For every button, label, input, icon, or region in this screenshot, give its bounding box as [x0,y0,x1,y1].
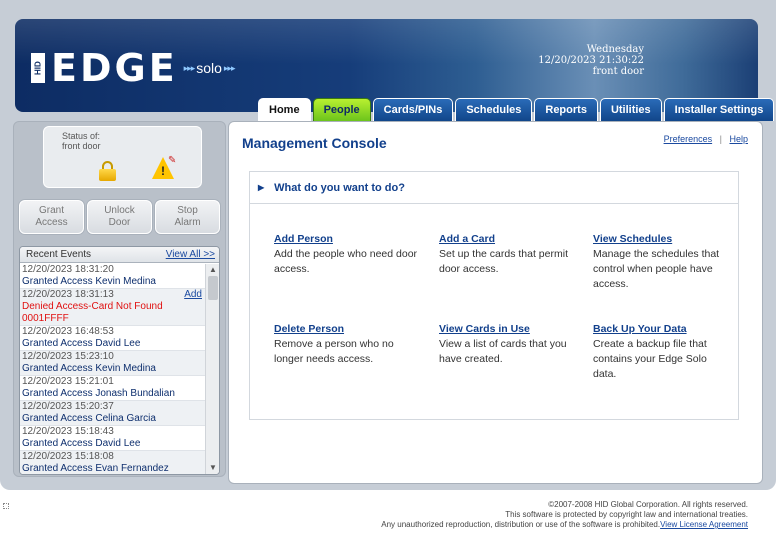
protection-text: This software is protected by copyright … [505,510,748,519]
solo-logo-text: solo [196,60,222,76]
add-card-link[interactable]: Add a Card [439,232,589,247]
view-all-link[interactable]: View All >> [166,249,215,260]
view-cards-link[interactable]: View Cards in Use [439,322,589,337]
event-row[interactable]: 12/20/2023 18:31:13 Add Denied Access-Car… [20,289,206,326]
datetime-display: Wednesday 12/20/2023 21:30:22 front door [538,44,644,77]
tab-utilities[interactable]: Utilities [599,98,662,121]
tab-schedules[interactable]: Schedules [455,98,533,121]
event-row[interactable]: 12/20/2023 15:18:43 Granted Access David… [20,426,206,451]
hid-logo: HID [31,53,45,83]
left-panel: Status of: front door ! ✎ Grant Access Un… [13,121,226,477]
add-person-action: Add Person Add the people who need door … [274,232,424,277]
view-cards-action: View Cards in Use View a list of cards t… [439,322,589,367]
event-row[interactable]: 12/20/2023 15:20:37 Granted Access Celin… [20,401,206,426]
lock-icon [99,161,116,181]
door-controls: Grant Access Unlock Door Stop Alarm [19,200,220,234]
footer: ©2007-2008 HID Global Corporation. All r… [381,500,748,530]
event-row[interactable]: 12/20/2023 18:31:20 Granted Access Kevin… [20,264,206,289]
tab-reports[interactable]: Reports [534,98,598,121]
events-list: 12/20/2023 18:31:20 Granted Access Kevin… [20,264,206,474]
recent-events-panel: Recent Events View All >> 12/20/2023 18:… [19,246,220,475]
event-row[interactable]: 12/20/2023 15:23:10 Granted Access Kevin… [20,351,206,376]
preferences-link[interactable]: Preferences [664,134,713,144]
door-status-box: Status of: front door ! ✎ [43,126,202,188]
edge-solo-logo: HID EDGE ▸▸▸ solo ▸▸▸ [31,46,236,90]
day-label: Wednesday [586,44,644,55]
main-tabs: Home People Cards/PINs Schedules Reports… [258,98,775,121]
tab-cards-pins[interactable]: Cards/PINs [372,98,454,121]
recent-events-title: Recent Events [26,249,92,260]
triangle-right-icon: ▶ [258,183,265,192]
event-row[interactable]: 12/20/2023 15:18:08 Granted Access Evan … [20,451,206,474]
wrench-icon: ✎ [168,155,177,166]
top-links: Preferences | Help [663,134,748,144]
door-label: front door [592,66,644,77]
add-card-action: Add a Card Set up the cards that permit … [439,232,589,277]
backup-link[interactable]: Back Up Your Data [593,322,733,337]
datetime-label: 12/20/2023 21:30:22 [538,55,644,66]
dots-icon: ▸▸▸ [183,62,196,73]
copyright-text: ©2007-2008 HID Global Corporation. All r… [548,500,748,509]
delete-person-action: Delete Person Remove a person who no lon… [274,322,424,367]
scroll-thumb[interactable] [208,276,218,300]
prohibited-text: Any unauthorized reproduction, distribut… [381,520,661,529]
event-row[interactable]: 12/20/2023 16:48:53 Granted Access David… [20,326,206,351]
backup-action: Back Up Your Data Create a backup file t… [593,322,733,382]
edge-logo-text: EDGE [51,46,178,90]
help-link[interactable]: Help [729,134,748,144]
dots-icon: ▸▸▸ [223,62,236,73]
scroll-down-icon[interactable]: ▼ [206,462,219,474]
tab-home[interactable]: Home [258,98,311,121]
scroll-up-icon[interactable]: ▲ [206,264,219,276]
stop-alarm-button[interactable]: Stop Alarm [155,200,220,234]
add-person-link[interactable]: Add Person [274,232,424,247]
tab-people[interactable]: People [312,98,371,121]
page-title: Management Console [242,135,387,151]
view-schedules-action: View Schedules Manage the schedules that… [593,232,733,292]
event-row[interactable]: 12/20/2023 15:21:01 Granted Access Jonas… [20,376,206,401]
main-content: Management Console Preferences | Help ▶ … [228,121,763,484]
actions-box: ▶ What do you want to do? Add Person Add… [249,171,739,420]
tab-installer-settings[interactable]: Installer Settings [663,98,775,121]
status-label: Status of: [62,131,101,141]
delete-person-link[interactable]: Delete Person [274,322,424,337]
unlock-door-button[interactable]: Unlock Door [87,200,152,234]
status-door-label: front door [62,141,101,151]
add-card-event-link[interactable]: Add [184,289,204,301]
grant-access-button[interactable]: Grant Access [19,200,84,234]
events-scrollbar[interactable]: ▲ ▼ [205,264,219,474]
question-header[interactable]: ▶ What do you want to do? [250,172,738,204]
license-link[interactable]: View License Agreement [660,520,748,529]
corner-marker [3,503,9,509]
view-schedules-link[interactable]: View Schedules [593,232,733,247]
